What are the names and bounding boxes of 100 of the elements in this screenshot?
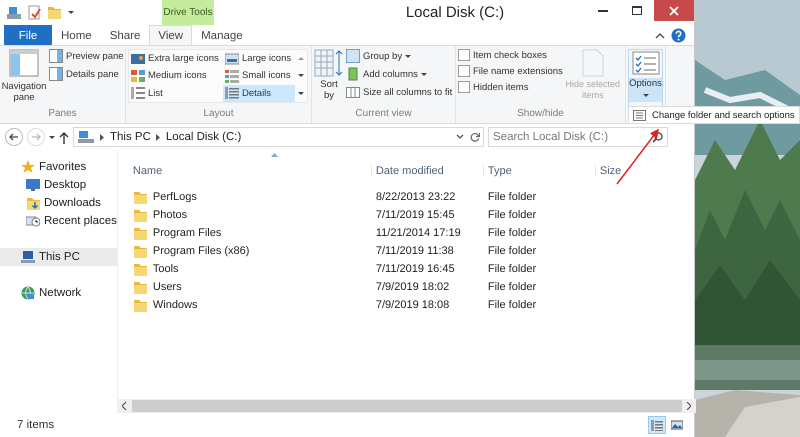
layout-option[interactable]: Extra large icons bbox=[129, 50, 223, 67]
forward-arrow-icon bbox=[31, 132, 41, 142]
navigation-item[interactable]: Network bbox=[0, 284, 117, 302]
file-name[interactable]: PerfLogs bbox=[152, 191, 197, 203]
view-command[interactable]: Size all columns to fit bbox=[346, 85, 452, 99]
address-bar[interactable]: This PC Local Disk (C:) bbox=[73, 127, 484, 147]
details-view-icon bbox=[651, 419, 663, 431]
column-header[interactable]: Date modified bbox=[370, 165, 488, 177]
refresh-icon[interactable] bbox=[470, 132, 480, 142]
breadcrumb[interactable]: Local Disk (C:) bbox=[166, 131, 242, 143]
navigation-item[interactable]: This PC bbox=[0, 248, 117, 266]
scroll-left-icon[interactable] bbox=[122, 402, 128, 410]
navigation-item[interactable]: Recent places bbox=[0, 212, 117, 230]
back-arrow-icon bbox=[9, 132, 19, 142]
pane-toggle[interactable]: Preview pane bbox=[49, 49, 123, 63]
group-icon bbox=[346, 49, 360, 63]
scroll-down-icon[interactable] bbox=[298, 74, 304, 78]
horizontal-scrollbar[interactable] bbox=[118, 399, 696, 413]
layout-option[interactable]: Small icons bbox=[223, 67, 295, 84]
table-cell-text: 7/11/2019 15:45 bbox=[376, 209, 456, 221]
ribbon-tab[interactable]: View bbox=[149, 25, 192, 45]
group-label: Layout bbox=[202, 108, 235, 121]
scroll-thumb[interactable] bbox=[132, 400, 682, 412]
contextual-tab-header: Drive Tools bbox=[162, 0, 214, 25]
navigation-item[interactable]: Favorites bbox=[0, 158, 117, 176]
checkbox[interactable] bbox=[458, 65, 470, 77]
expand-gallery-icon[interactable] bbox=[298, 92, 304, 95]
table-cell-text: 7/11/2019 11:38 bbox=[376, 245, 455, 257]
folder-icon bbox=[132, 226, 148, 240]
file-name[interactable]: Program Files (x86) bbox=[152, 245, 250, 257]
layout-option[interactable]: Details bbox=[223, 84, 295, 102]
table-cell-text: File folder bbox=[488, 191, 538, 203]
back-button[interactable] bbox=[5, 128, 23, 146]
item-count: 7 items bbox=[17, 419, 54, 431]
view-command[interactable]: Group by bbox=[346, 49, 452, 63]
page-icon bbox=[582, 49, 604, 77]
scroll-up-icon[interactable] bbox=[298, 57, 304, 60]
chevron-down-icon[interactable] bbox=[456, 134, 464, 140]
options-list-icon bbox=[633, 110, 646, 120]
table-cell-text: File folder bbox=[488, 299, 538, 311]
group-label: Current view bbox=[354, 108, 413, 121]
file-name[interactable]: Tools bbox=[152, 263, 179, 275]
help-icon[interactable] bbox=[671, 28, 686, 42]
landscape-icon bbox=[225, 52, 239, 66]
file-name[interactable]: Program Files bbox=[152, 227, 222, 239]
small-icons-icon bbox=[225, 68, 239, 83]
navigation-pane-button[interactable]: Navigation pane bbox=[2, 49, 46, 108]
checkbox[interactable] bbox=[458, 81, 470, 93]
table-cell-text: 11/21/2014 17:19 bbox=[376, 227, 462, 239]
view-toggle-button[interactable] bbox=[648, 416, 666, 434]
layout-option[interactable]: List bbox=[129, 84, 223, 102]
sort-by-button[interactable]: Sort by bbox=[314, 49, 344, 108]
search-field[interactable]: Search Local Disk (C:) bbox=[488, 127, 668, 147]
computer-icon bbox=[21, 250, 35, 264]
breadcrumb[interactable]: This PC bbox=[110, 131, 151, 143]
table-cell-text: File folder bbox=[488, 263, 538, 275]
folder-icon bbox=[132, 298, 148, 312]
drive-icon[interactable] bbox=[6, 6, 22, 20]
search-icon[interactable] bbox=[652, 132, 663, 142]
layout-option[interactable]: Large icons bbox=[223, 50, 295, 67]
file-name[interactable]: Users bbox=[152, 281, 182, 293]
view-command[interactable]: Add columns bbox=[346, 67, 452, 81]
folder-icon bbox=[132, 244, 148, 258]
document-check-icon[interactable] bbox=[28, 5, 41, 20]
scroll-right-icon[interactable] bbox=[686, 402, 692, 410]
pane-toggle[interactable]: Details pane bbox=[49, 67, 123, 81]
details-icon bbox=[225, 86, 239, 100]
file-name[interactable]: Photos bbox=[152, 209, 188, 221]
ribbon-tab[interactable]: Manage bbox=[192, 25, 252, 45]
collapse-ribbon-icon[interactable] bbox=[655, 32, 665, 38]
download-folder-icon bbox=[26, 196, 40, 210]
table-cell-text: 8/22/2013 23:22 bbox=[376, 191, 456, 203]
checkbox[interactable] bbox=[458, 49, 470, 61]
add-column-icon bbox=[346, 67, 360, 81]
close-icon bbox=[669, 6, 679, 16]
close-button[interactable] bbox=[654, 0, 694, 21]
window-title: Local Disk (C:) bbox=[404, 4, 506, 21]
pane-icon bbox=[49, 49, 63, 63]
minimize-icon bbox=[598, 10, 608, 12]
ribbon-tab[interactable]: Home bbox=[52, 25, 101, 45]
navigation-item[interactable]: Desktop bbox=[0, 176, 117, 194]
checkbox-label: Hidden items bbox=[473, 82, 528, 92]
file-name[interactable]: Windows bbox=[152, 299, 198, 311]
sort-indicator-icon bbox=[271, 153, 278, 157]
layout-option[interactable]: Medium icons bbox=[129, 67, 223, 84]
column-header[interactable]: Type bbox=[482, 165, 600, 177]
file-menu-tab[interactable]: File bbox=[4, 25, 52, 45]
thumbnail-view-icon bbox=[671, 419, 683, 431]
recent-locations-icon[interactable] bbox=[49, 136, 55, 138]
up-arrow-icon[interactable] bbox=[59, 130, 69, 144]
folder-icon bbox=[132, 280, 148, 294]
pane-icon bbox=[49, 67, 63, 81]
group-label: Show/hide bbox=[516, 108, 565, 121]
tiles-icon bbox=[131, 68, 145, 83]
computer-icon bbox=[77, 130, 95, 144]
sort-grid-icon bbox=[314, 49, 344, 77]
navigation-item[interactable]: Downloads bbox=[0, 194, 117, 212]
chevron-icon bbox=[156, 134, 161, 140]
ribbon-tab[interactable]: Share bbox=[100, 25, 150, 45]
chevron-icon bbox=[100, 134, 105, 140]
